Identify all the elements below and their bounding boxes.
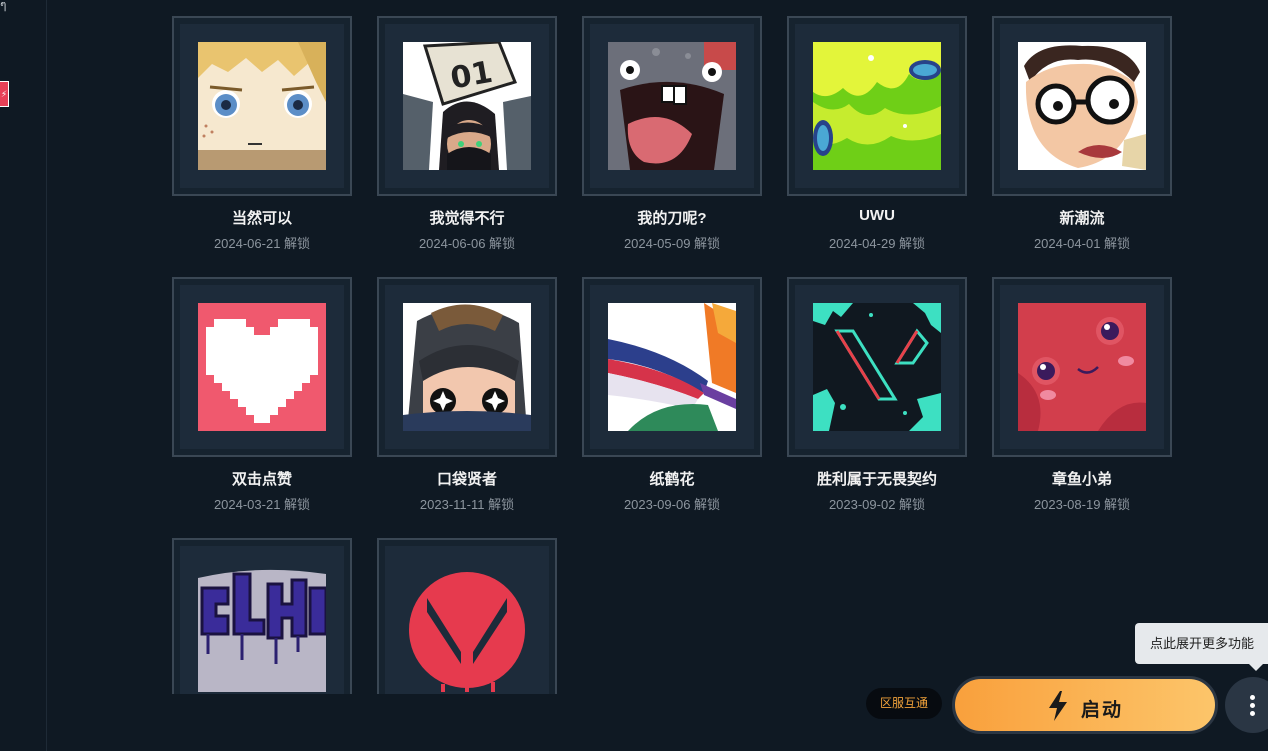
spray-unlock-date: 2023-08-19 解锁: [1033, 497, 1131, 512]
left-sidebar: ๆ ⚡: [0, 0, 47, 751]
sidebar-top-glyph: ๆ: [0, 0, 7, 12]
spray-unlock-date: 2024-03-21 解锁: [213, 497, 311, 512]
pixel-heart-icon: [198, 303, 326, 431]
spray-name: 我的刀呢?: [637, 210, 707, 227]
spray-unlock-date: 2024-05-09 解锁: [623, 236, 721, 251]
spray-name: 新潮流: [1059, 210, 1105, 227]
lightning-bolt-icon: [1049, 691, 1067, 721]
svg-text:01: 01: [448, 55, 495, 97]
spray-unlock-date: 2024-06-06 解锁: [418, 236, 516, 251]
spray-name: 双击点赞: [231, 471, 292, 488]
valorant-logo-splatter-icon: [813, 303, 941, 431]
spray-frame: [582, 277, 762, 457]
spray-unlock-date: 2024-04-29 解锁: [828, 236, 926, 251]
spray-unlock-date: 2024-04-01 解锁: [1033, 236, 1131, 251]
peeking-agent-icon: [403, 303, 531, 431]
spray-frame: [992, 16, 1172, 196]
spray-name: 当然可以: [231, 210, 292, 227]
spray-name: 纸鹤花: [649, 471, 695, 488]
spray-unlock-date: 2024-06-21 解锁: [213, 236, 311, 251]
more-options-button[interactable]: [1225, 677, 1268, 733]
list-bottom-mask: [160, 694, 590, 751]
spray-name: 章鱼小弟: [1051, 471, 1112, 488]
cartoon-face-blond-icon: [198, 42, 326, 170]
spray-frame: [787, 277, 967, 457]
spray-unlock-date: 2023-09-02 解锁: [828, 497, 926, 512]
screaming-creature-icon: [608, 42, 736, 170]
launch-button-label: 启动: [1081, 700, 1124, 721]
spray-name: 胜利属于无畏契约: [816, 471, 937, 488]
spray-frame: [172, 16, 352, 196]
spray-name: UWU: [859, 207, 895, 224]
spray-unlock-date: 2023-09-06 解锁: [623, 497, 721, 512]
launch-button[interactable]: 启动: [952, 676, 1218, 734]
paper-crane-flower-icon: [608, 303, 736, 431]
agent-holding-sign-icon: 01: [403, 42, 531, 170]
spray-frame: [582, 16, 762, 196]
spray-frame: 01: [377, 16, 557, 196]
region-interconnect-badge: 区服互通: [866, 688, 942, 719]
spray-frame: [172, 538, 352, 718]
spray-unlock-date: 2023-11-11 解锁: [419, 497, 515, 512]
sidebar-red-badge[interactable]: ⚡: [0, 81, 9, 107]
spray-frame: [377, 538, 557, 718]
more-features-tooltip: 点此展开更多功能: [1135, 623, 1268, 671]
spray-frame: [787, 16, 967, 196]
glasses-face-icon: [1018, 42, 1146, 170]
spray-name: 我觉得不行: [429, 210, 505, 227]
spray-frame: [377, 277, 557, 457]
spray-frame: [992, 277, 1172, 457]
spray-frame: [172, 277, 352, 457]
graffiti-tag-icon: [198, 564, 326, 692]
green-slime-icon: [813, 42, 941, 170]
valorant-red-circle-icon: [409, 572, 525, 692]
octopus-tentacle-icon: [1018, 303, 1146, 431]
spray-name: 口袋贤者: [436, 471, 497, 488]
